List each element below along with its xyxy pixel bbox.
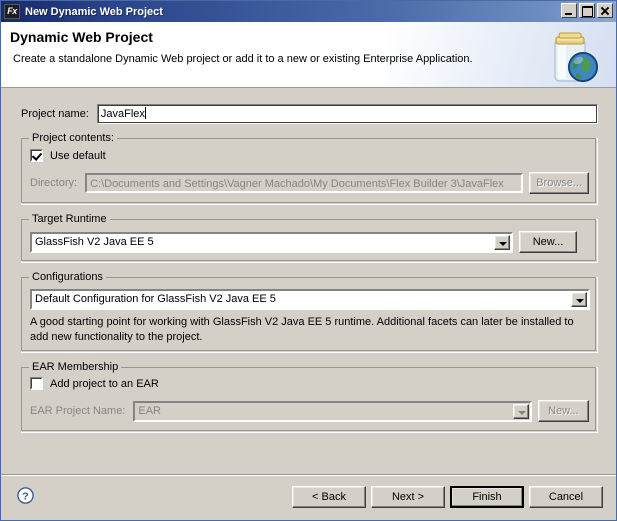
minimize-icon [565,13,572,15]
footer-button-group: < Back Next > Finish Cancel [292,486,603,508]
project-name-label: Project name: [21,108,89,120]
ear-project-name-row: EAR Project Name: EAR New... [30,400,589,422]
jar-with-globe-icon [554,32,598,82]
chevron-down-icon[interactable] [571,292,587,307]
close-button[interactable] [597,3,613,18]
finish-button[interactable]: Finish [450,486,524,508]
target-runtime-row: GlassFish V2 Java EE 5 New... [30,231,589,253]
directory-row: Directory: C:\Documents and Settings\Vag… [30,172,589,194]
ear-project-name-combo: EAR [133,400,532,422]
use-default-checkbox-row[interactable]: Use default [30,149,106,162]
target-runtime-combo[interactable]: GlassFish V2 Java EE 5 [30,231,513,253]
ear-project-name-value: EAR [138,404,161,417]
svg-text:?: ? [22,490,28,502]
flex-builder-icon: Fx [4,4,20,19]
back-button[interactable]: < Back [292,486,366,508]
close-icon [600,10,609,11]
wizard-body: Project name: JavaFlex Project contents:… [1,88,616,456]
wizard-header: Dynamic Web Project Create a standalone … [1,22,616,88]
configurations-group: Configurations Default Configuration for… [21,271,598,353]
configurations-group-title: Configurations [29,271,106,283]
window-title: New Dynamic Web Project [25,5,163,18]
directory-label: Directory: [30,177,78,189]
project-contents-group-title: Project contents: [29,132,117,144]
chevron-down-icon [512,403,529,419]
page-description: Create a standalone Dynamic Web project … [13,53,473,65]
add-project-to-ear-row[interactable]: Add project to an EAR [30,377,159,390]
use-default-checkbox[interactable] [30,149,43,162]
maximize-button[interactable] [579,3,595,18]
new-ear-button: New... [537,400,589,422]
window-controls [561,3,613,18]
add-project-to-ear-checkbox[interactable] [30,377,43,390]
configuration-value: Default Configuration for GlassFish V2 J… [35,293,276,305]
ear-project-name-label: EAR Project Name: [30,405,126,417]
project-name-input[interactable]: JavaFlex [96,104,598,124]
directory-input: C:\Documents and Settings\Vagner Machado… [85,173,524,193]
dialog-footer: ? < Back Next > Finish Cancel [1,474,616,520]
title-bar: Fx New Dynamic Web Project [1,1,616,22]
ear-membership-group-title: EAR Membership [29,361,122,373]
project-contents-group: Project contents: Use default Directory:… [21,132,598,205]
ear-membership-group: EAR Membership Add project to an EAR EAR… [21,361,598,433]
cancel-button[interactable]: Cancel [529,486,603,508]
target-runtime-value: GlassFish V2 Java EE 5 [35,235,154,248]
browse-button: Browse... [529,172,589,194]
next-button[interactable]: Next > [371,486,445,508]
target-runtime-group: Target Runtime GlassFish V2 Java EE 5 Ne… [21,213,598,263]
new-runtime-button[interactable]: New... [519,231,577,253]
configuration-description: A good starting point for working with G… [30,316,574,343]
minimize-button[interactable] [561,3,577,18]
text-caret [144,107,146,119]
maximize-icon [582,6,593,17]
project-name-value: JavaFlex [100,108,145,120]
target-runtime-group-title: Target Runtime [29,213,110,225]
help-icon[interactable]: ? [17,487,34,504]
configuration-combo[interactable]: Default Configuration for GlassFish V2 J… [30,289,590,310]
project-name-row: Project name: JavaFlex [21,104,598,124]
chevron-down-icon[interactable] [494,234,510,250]
add-project-to-ear-label: Add project to an EAR [50,377,159,390]
new-dynamic-web-project-dialog: Fx New Dynamic Web Project Dynamic Web P… [0,0,617,521]
use-default-label: Use default [50,149,106,162]
page-title: Dynamic Web Project [10,29,153,45]
